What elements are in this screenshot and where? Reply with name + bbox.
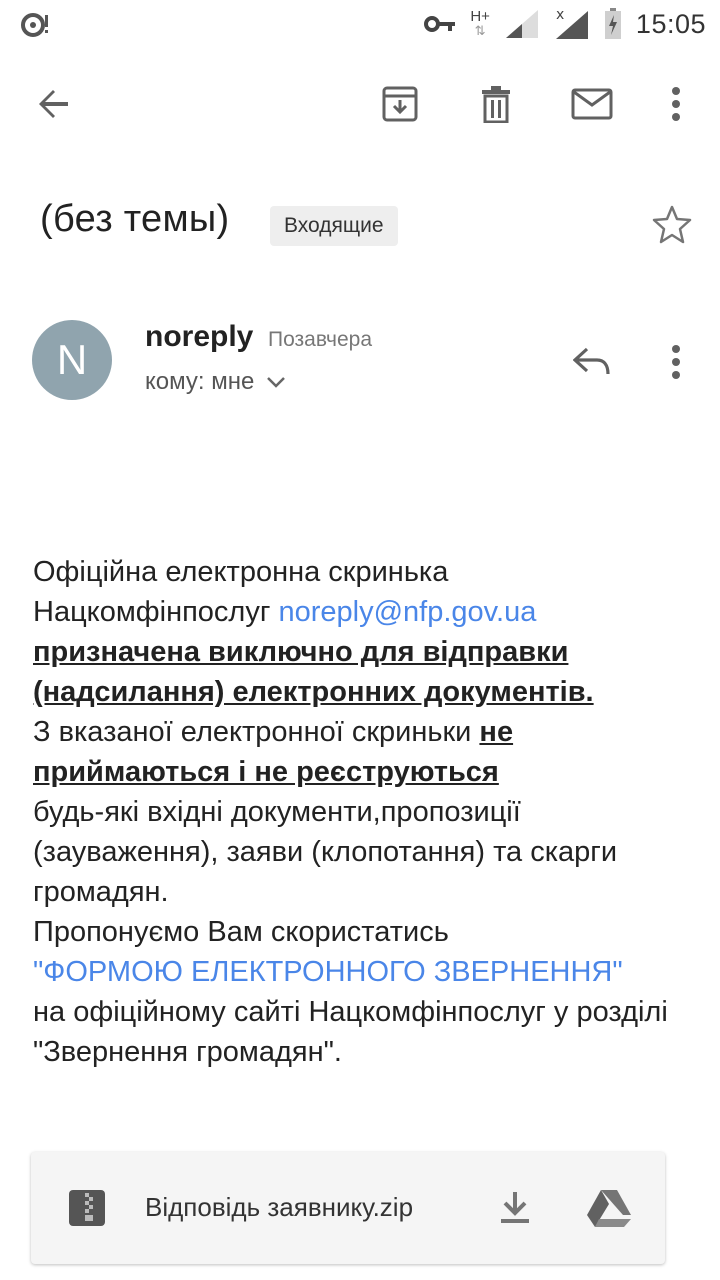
trash-icon[interactable] xyxy=(470,78,522,130)
archive-icon[interactable] xyxy=(374,78,426,130)
body-text-4: Пропонуємо Вам скористатись xyxy=(33,916,449,948)
mail-icon[interactable] xyxy=(566,78,618,130)
recipient-text: кому: мне xyxy=(145,368,255,395)
key-icon xyxy=(424,14,456,34)
toolbar xyxy=(0,62,720,146)
chevron-down-icon xyxy=(266,368,286,396)
sender-row: N noreply Позавчера кому: мне xyxy=(0,318,720,414)
sender-date: Позавчера xyxy=(268,328,373,351)
email-subject: (без темы) xyxy=(40,198,230,240)
network-type: H+ ⇅ xyxy=(470,8,490,38)
subject-row: (без темы) Входящие xyxy=(0,190,720,260)
star-icon[interactable] xyxy=(648,200,696,248)
download-icon[interactable] xyxy=(491,1184,539,1232)
email-link[interactable]: noreply@nfp.gov.ua xyxy=(278,596,536,628)
more-vert-icon[interactable] xyxy=(650,78,702,130)
message-body: Офіційна електронна скринька Нацкомфінпо… xyxy=(33,552,693,1072)
body-text-5: на офіційному сайті Нацкомфінпослуг у ро… xyxy=(33,996,668,1068)
no-signal-icon: x xyxy=(554,7,590,41)
svg-text:x: x xyxy=(556,7,564,23)
sender-name: noreply xyxy=(145,320,254,353)
sync-icon xyxy=(20,10,50,45)
attachment-card[interactable]: Відповідь заявнику.zip xyxy=(31,1152,665,1264)
body-notice-bold: призначена виключно для відправки (надси… xyxy=(33,636,594,708)
google-drive-icon[interactable] xyxy=(583,1184,635,1232)
zip-file-icon xyxy=(69,1190,105,1226)
battery-charging-icon xyxy=(604,8,622,40)
clock: 15:05 xyxy=(635,8,706,39)
inbox-label-chip[interactable]: Входящие xyxy=(270,206,398,246)
avatar[interactable]: N xyxy=(32,320,112,400)
reply-icon[interactable] xyxy=(566,336,618,388)
message-more-icon[interactable] xyxy=(652,336,700,388)
back-arrow-icon[interactable] xyxy=(28,78,80,130)
form-link[interactable]: "ФОРМОЮ ЕЛЕКТРОННОГО ЗВЕРНЕННЯ" xyxy=(33,956,623,988)
body-text-2: З вказаної електронної скриньки xyxy=(33,716,472,748)
status-bar: H+ ⇅ x 15:05 xyxy=(0,0,720,48)
recipient-details-toggle[interactable]: кому: мне xyxy=(145,368,286,396)
signal-icon xyxy=(504,8,540,40)
attachment-filename: Відповідь заявнику.zip xyxy=(145,1192,414,1222)
body-text-3: будь-які вхідні документи,пропозиції (за… xyxy=(33,796,618,908)
